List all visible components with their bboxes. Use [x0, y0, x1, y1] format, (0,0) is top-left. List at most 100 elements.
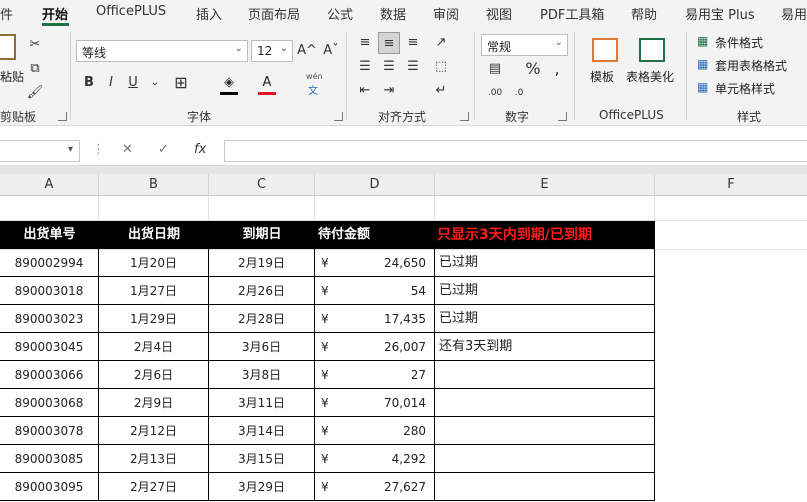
cell-ship-date[interactable]: 1月27日 [99, 277, 209, 305]
cell-style-button[interactable]: 单元格样式 [715, 80, 775, 97]
cell-amount[interactable]: ¥24,650 [315, 249, 435, 277]
tab-page-layout[interactable]: 页面布局 [248, 4, 300, 23]
cell-ship-date[interactable]: 2月27日 [99, 473, 209, 501]
header-due-date[interactable]: 到期日 [209, 221, 315, 249]
cell-ship-date[interactable]: 2月9日 [99, 389, 209, 417]
grow-font-button[interactable]: A^ [296, 40, 318, 62]
cell-order-no[interactable]: 890003066 [0, 361, 99, 389]
tab-file[interactable]: 件 [0, 4, 13, 23]
cell-ship-date[interactable]: 2月13日 [99, 445, 209, 473]
insert-function-icon[interactable]: fx [194, 142, 206, 157]
formula-input[interactable] [224, 140, 807, 162]
font-size-select[interactable]: 12 ⌄ [251, 40, 293, 62]
cell-status[interactable] [435, 361, 655, 389]
tab-review[interactable]: 审阅 [433, 4, 459, 23]
tab-formulas[interactable]: 公式 [327, 4, 353, 23]
paste-icon[interactable] [0, 34, 16, 60]
cell-ship-date[interactable]: 2月6日 [99, 361, 209, 389]
decrease-decimal-icon[interactable]: .0 [508, 82, 530, 104]
template-icon[interactable] [592, 38, 618, 62]
align-top-icon[interactable]: ≡ [354, 32, 376, 54]
tab-help[interactable]: 帮助 [631, 4, 657, 23]
cell-due-date[interactable]: 3月14日 [209, 417, 315, 445]
underline-button[interactable]: U [122, 72, 144, 94]
orientation-icon[interactable]: ↗ [430, 32, 452, 54]
fill-color-icon[interactable]: ◈ [218, 72, 240, 94]
tab-view[interactable]: 视图 [486, 4, 512, 23]
italic-button[interactable]: I [100, 72, 122, 94]
cell-order-no[interactable]: 890003068 [0, 389, 99, 417]
cut-icon[interactable]: ✂ [24, 34, 46, 56]
name-box[interactable]: ▾ [0, 140, 80, 162]
cell-due-date[interactable]: 3月15日 [209, 445, 315, 473]
cell-order-no[interactable]: 890003078 [0, 417, 99, 445]
cell-amount[interactable]: ¥280 [315, 417, 435, 445]
comma-style-button[interactable]: , [546, 58, 568, 80]
alignment-launcher-icon[interactable] [460, 112, 469, 121]
align-right-icon[interactable]: ☰ [402, 56, 424, 78]
format-painter-icon[interactable]: 🖌 [24, 82, 46, 104]
cell-ship-date[interactable]: 2月12日 [99, 417, 209, 445]
shrink-font-button[interactable]: Aˇ [320, 40, 342, 62]
column-header-c[interactable]: C [209, 174, 315, 196]
cell-due-date[interactable]: 3月29日 [209, 473, 315, 501]
cell-amount[interactable]: ¥26,007 [315, 333, 435, 361]
borders-icon[interactable]: ⊞ [170, 72, 192, 94]
cell-order-no[interactable]: 890003085 [0, 445, 99, 473]
cell-amount[interactable]: ¥54 [315, 277, 435, 305]
table-format-button[interactable]: 套用表格格式 [715, 57, 787, 74]
tab-pdf-tools[interactable]: PDF工具箱 [540, 4, 604, 23]
tab-yiyongbao[interactable]: 易用宝 Plus [685, 4, 755, 23]
cell-ship-date[interactable]: 1月29日 [99, 305, 209, 333]
cell-due-date[interactable]: 3月8日 [209, 361, 315, 389]
cell-order-no[interactable]: 890003045 [0, 333, 99, 361]
increase-indent-icon[interactable]: ⇥ [378, 80, 400, 102]
cell-status[interactable]: 还有3天到期 [435, 333, 655, 361]
cell-due-date[interactable]: 2月28日 [209, 305, 315, 333]
cell-amount[interactable]: ¥70,014 [315, 389, 435, 417]
tab-home[interactable]: 开始 [42, 4, 68, 23]
phonetic-icon[interactable]: wén [306, 72, 323, 81]
align-center-icon[interactable]: ☰ [378, 56, 400, 78]
cell-ship-date[interactable]: 2月4日 [99, 333, 209, 361]
paste-label[interactable]: 粘贴 [0, 68, 24, 85]
header-amount-due[interactable]: 待付金额 [315, 221, 435, 249]
column-header-a[interactable]: A [0, 174, 99, 196]
cell-status[interactable] [435, 417, 655, 445]
template-label[interactable]: 模板 [590, 68, 614, 85]
conditional-format-button[interactable]: 条件格式 [715, 34, 763, 51]
copy-icon[interactable]: ⧉ [24, 58, 46, 80]
column-header-d[interactable]: D [315, 174, 435, 196]
clipboard-launcher-icon[interactable] [58, 112, 67, 121]
cancel-icon[interactable]: ✕ [122, 142, 133, 157]
worksheet-grid[interactable]: 出货单号 出货日期 到期日 待付金额 只显示3天内到期/已到期 89000299… [0, 196, 807, 502]
cell-due-date[interactable]: 3月11日 [209, 389, 315, 417]
cell-status[interactable]: 已过期 [435, 249, 655, 277]
header-order-no[interactable]: 出货单号 [0, 221, 99, 249]
cell-amount[interactable]: ¥27 [315, 361, 435, 389]
increase-decimal-icon[interactable]: .00 [484, 82, 506, 104]
accounting-format-icon[interactable]: ▤ [484, 58, 506, 80]
tab-data[interactable]: 数据 [380, 4, 406, 23]
font-name-select[interactable]: 等线 ⌄ [76, 40, 248, 62]
table-beautify-icon[interactable] [639, 38, 665, 62]
wrap-text-icon[interactable]: ↵ [430, 80, 452, 102]
percent-style-button[interactable]: % [522, 58, 544, 80]
cell-amount[interactable]: ¥27,627 [315, 473, 435, 501]
column-header-b[interactable]: B [99, 174, 209, 196]
font-launcher-icon[interactable] [334, 112, 343, 121]
cell-status[interactable]: 已过期 [435, 277, 655, 305]
cell-amount[interactable]: ¥4,292 [315, 445, 435, 473]
cell-amount[interactable]: ¥17,435 [315, 305, 435, 333]
number-format-select[interactable]: 常规 ⌄ [481, 34, 568, 56]
font-color-icon[interactable]: A [256, 72, 278, 94]
header-ship-date[interactable]: 出货日期 [99, 221, 209, 249]
tab-yiyong-more[interactable]: 易用 [781, 4, 807, 23]
cell-order-no[interactable]: 890003018 [0, 277, 99, 305]
enter-icon[interactable]: ✓ [158, 142, 169, 157]
bold-button[interactable]: B [78, 72, 100, 94]
number-launcher-icon[interactable] [558, 112, 567, 121]
cell-status[interactable] [435, 389, 655, 417]
decrease-indent-icon[interactable]: ⇤ [354, 80, 376, 102]
cell-order-no[interactable]: 890003023 [0, 305, 99, 333]
